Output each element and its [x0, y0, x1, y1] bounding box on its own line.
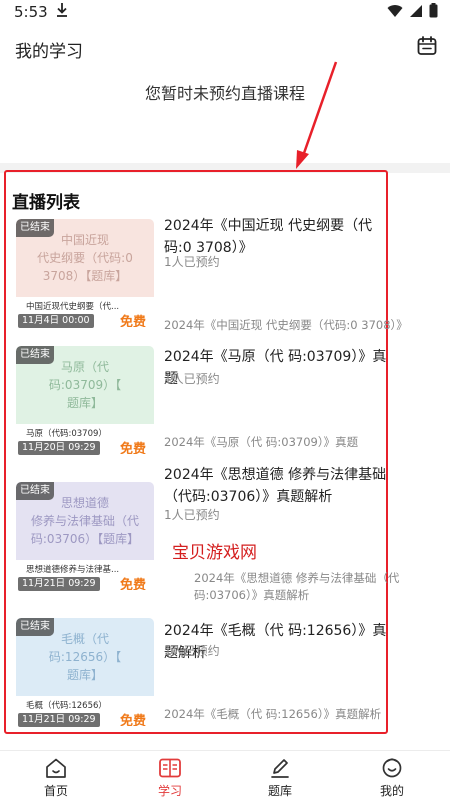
- ended-badge: 已结束: [16, 482, 54, 500]
- course-subtitle: 2024年《思想道德 修养与法律基础（代 码:03706）》真题解析: [194, 571, 400, 602]
- ended-badge: 已结束: [16, 219, 54, 237]
- status-time: 5:53: [14, 3, 48, 21]
- tab-label: 学习: [157, 784, 182, 798]
- book-icon: [158, 757, 182, 779]
- calendar-icon[interactable]: [416, 35, 438, 57]
- course-thumbnail[interactable]: 马原（代 码:03709）【 题库】 马原（代码:03709） 免费 已结束: [16, 346, 154, 454]
- course-card[interactable]: 毛概（代 码:12656）【 题库】 毛概（代码:12656） 免费 已结束 1…: [16, 618, 436, 730]
- home-icon: [44, 757, 68, 779]
- watermark-text: 宝贝游戏网: [172, 543, 257, 563]
- signal-icon: [409, 3, 423, 22]
- tab-label: 我的: [379, 784, 404, 798]
- course-subtitle: 2024年《马原（代 码:03709）》真题: [164, 435, 359, 449]
- course-subtitle: 2024年《毛概（代 码:12656）》真题解析: [164, 707, 382, 721]
- section-title: 直播列表: [12, 193, 80, 213]
- thumbnail-art-text: 毛概（代 码:12656）【 题库】: [48, 632, 122, 682]
- thumbnail-art-text: 思想道德 修养与法律基础（代 码:03706）【题库】: [30, 496, 140, 546]
- profile-icon: [380, 757, 404, 779]
- bottom-tab-bar: 首页 学习 题库 我的: [0, 750, 450, 800]
- course-card[interactable]: 中国近现 代史纲要（代码:0 3708）【题库】 中国近现代史纲要（代... 免…: [16, 218, 436, 332]
- thumbnail-art-text: 马原（代 码:03709）【 题库】: [48, 360, 122, 410]
- status-icons: [387, 3, 438, 22]
- ended-badge: 已结束: [16, 346, 54, 364]
- booking-count: 1人已预约: [164, 644, 220, 658]
- tab-study[interactable]: 学习: [130, 751, 210, 800]
- ended-badge: 已结束: [16, 618, 54, 636]
- booking-count: 1人已预约: [164, 372, 220, 386]
- booking-count: 1人已预约: [164, 255, 220, 269]
- pencil-icon: [268, 757, 292, 779]
- app-header: 我的学习: [0, 26, 450, 68]
- course-thumbnail[interactable]: 思想道德 修养与法律基础（代 码:03706）【题库】 思想道德修养与法律基..…: [16, 482, 154, 590]
- course-thumbnail[interactable]: 中国近现 代史纲要（代码:0 3708）【题库】 中国近现代史纲要（代... 免…: [16, 219, 154, 327]
- tab-label: 首页: [43, 784, 68, 798]
- course-thumbnail[interactable]: 毛概（代 码:12656）【 题库】 毛概（代码:12656） 免费 已结束: [16, 618, 154, 726]
- course-subtitle: 2024年《中国近现 代史纲要（代码:0 3708）》: [164, 318, 408, 332]
- course-card[interactable]: 马原（代 码:03709）【 题库】 马原（代码:03709） 免费 已结束 1…: [16, 346, 436, 458]
- tab-question-bank[interactable]: 题库: [240, 751, 320, 800]
- wifi-icon: [387, 3, 403, 22]
- battery-icon: [429, 3, 438, 22]
- booking-count: 1人已预约: [164, 508, 220, 522]
- free-tag: 免费: [119, 442, 146, 454]
- tab-label: 题库: [267, 784, 292, 798]
- empty-notice: 您暂时未预约直播课程: [144, 84, 305, 103]
- page-title: 我的学习: [15, 42, 83, 62]
- date-badge: 11月21日 09:29: [18, 577, 100, 591]
- download-icon: [56, 2, 68, 22]
- free-tag: 免费: [119, 315, 146, 327]
- free-tag: 免费: [119, 578, 146, 590]
- status-bar: 5:53: [0, 0, 450, 26]
- date-badge: 11月4日 00:00: [18, 314, 94, 328]
- thumbnail-art-text: 中国近现 代史纲要（代码:0 3708）【题库】: [37, 233, 133, 283]
- tab-home[interactable]: 首页: [16, 751, 96, 800]
- date-badge: 11月20日 09:29: [18, 441, 100, 455]
- course-title[interactable]: 2024年《思想道德 修养与法律基础（代码:03706）》真题解析: [164, 464, 396, 508]
- tab-profile[interactable]: 我的: [352, 751, 432, 800]
- date-badge: 11月21日 09:29: [18, 713, 100, 727]
- free-tag: 免费: [119, 714, 146, 726]
